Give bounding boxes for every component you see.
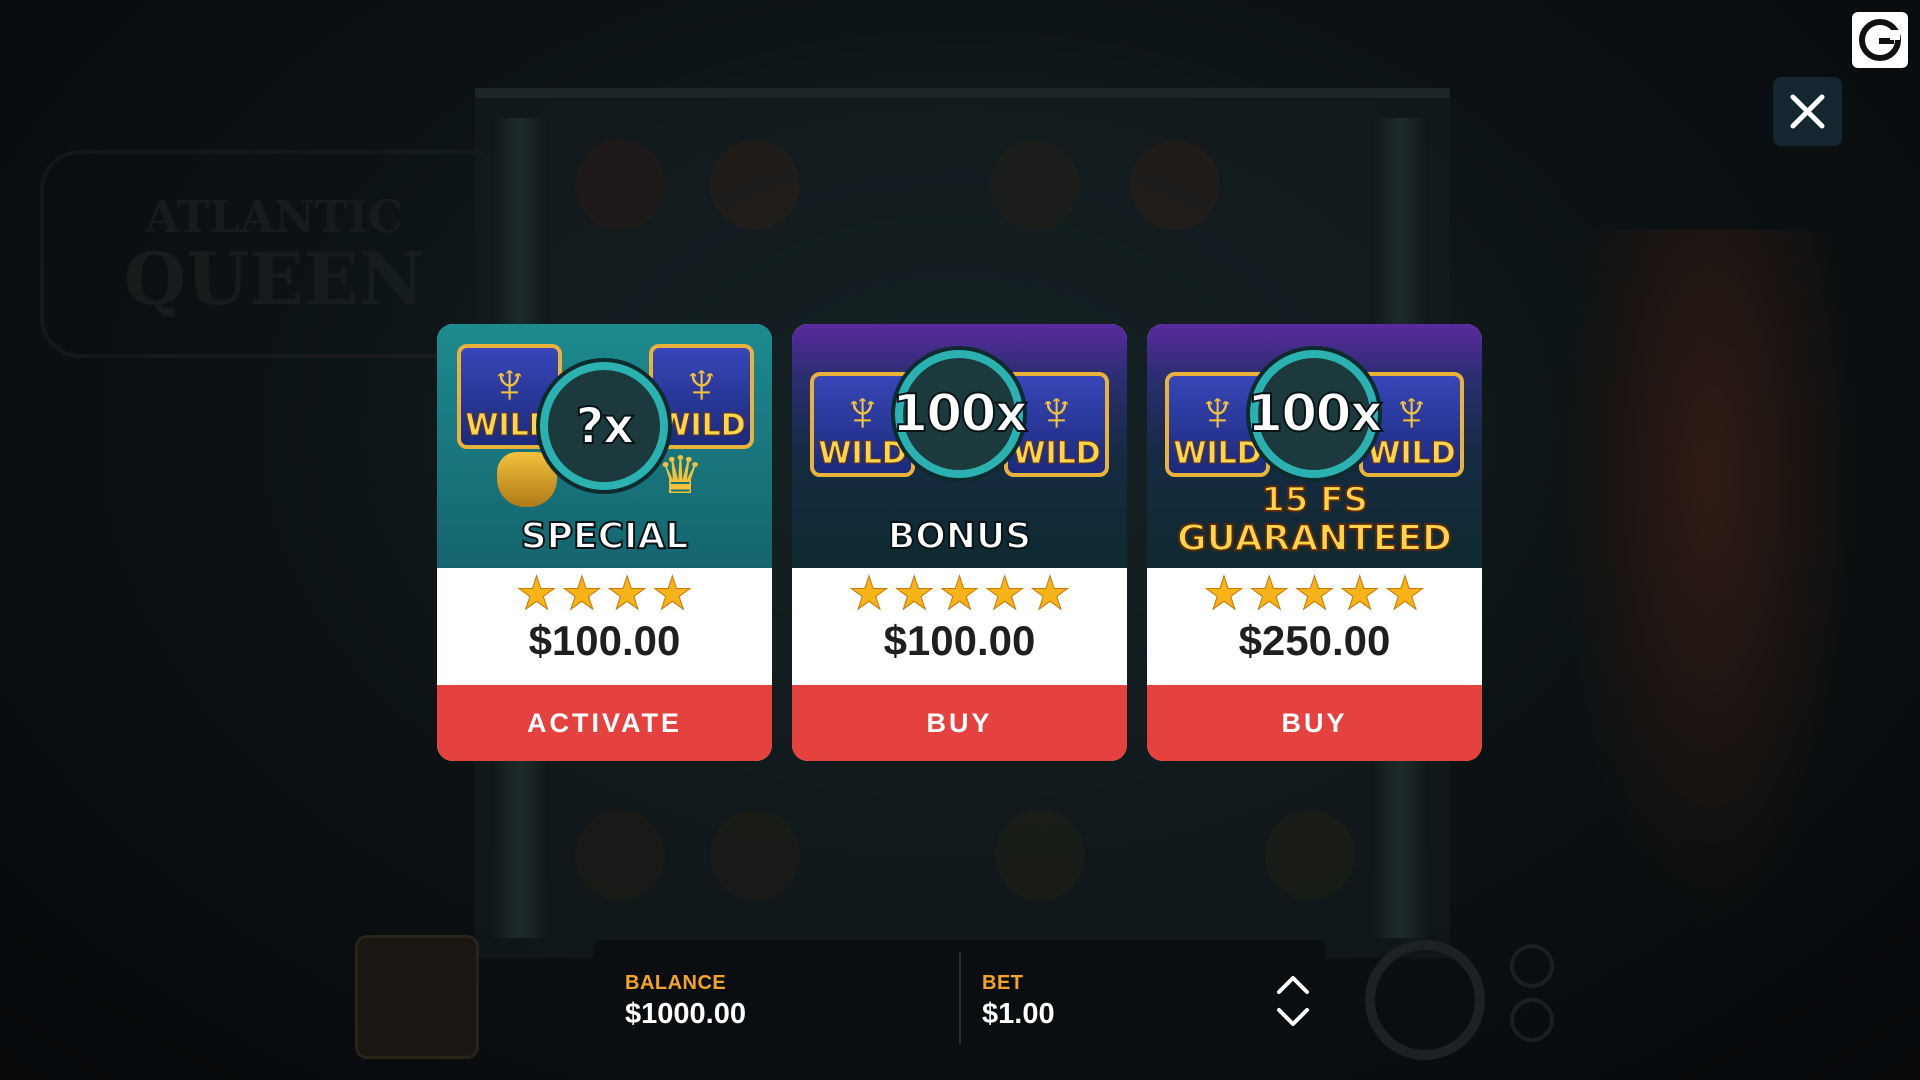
multiplier-text: ?x [574,396,635,456]
offer-card-bonus: ♆ WILD ♆ WILD 100x BONUS ★★★★★ $100.00 B… [792,324,1127,761]
offer-subtitle: 15 FS [1260,479,1369,521]
game-logo-line2: QUEEN [123,236,425,321]
balance-label: BALANCE [625,972,727,994]
rating-stars: ★★★★★ [1147,567,1482,619]
reel-symbol [1265,810,1355,900]
autoplay-icon [1510,944,1554,988]
treasure-pot-icon [497,452,557,507]
star-icon: ★ [606,567,648,619]
spin-button [1365,940,1485,1060]
offer-price: $100.00 [528,617,681,664]
reel-symbol [575,140,665,230]
feature-buy-cards: ♆ WILD ♆ WILD ♛ ?x SPECIAL ★★★★ $100.00 … [437,324,1484,761]
offer-price: $250.00 [1238,617,1391,664]
star-icon: ★ [1384,567,1426,619]
reel-symbol [995,810,1085,900]
star-icon: ★ [1203,567,1245,619]
star-icon: ★ [561,567,603,619]
bet-value: $1.00 [982,998,1055,1030]
reel-symbol [710,140,800,230]
offer-title: BONUS [887,515,1032,558]
reel-symbol [1130,140,1220,230]
star-icon: ★ [938,567,981,619]
star-icon: ★ [1339,567,1381,619]
offer-art: ♆ WILD ♆ WILD 100x BONUS [792,324,1127,568]
offer-art: ♆ WILD ♆ WILD 100x 15 FS GUARANTEED [1147,324,1482,568]
offer-card-guaranteed: ♆ WILD ♆ WILD 100x 15 FS GUARANTEED ★★★★… [1147,324,1482,761]
star-icon: ★ [1248,567,1290,619]
crown-icon: ♛ [657,447,704,505]
star-icon: ★ [515,567,558,619]
offer-card-special: ♆ WILD ♆ WILD ♛ ?x SPECIAL ★★★★ $100.00 … [437,324,772,761]
reel-symbol [710,810,800,900]
multiplier-badge: 100x [891,350,1029,478]
star-icon: ★ [893,567,935,619]
chevron-down-icon [1277,1008,1309,1026]
menu-logo-button [355,935,479,1059]
turbo-icon [1510,998,1554,1042]
reel-symbol [990,140,1080,230]
star-icon: ★ [848,567,890,619]
multiplier-text: 100x [891,383,1029,445]
activate-button[interactable]: ACTIVATE [437,685,772,761]
bottom-hud: BALANCE $1000.00 BET $1.00 [593,940,1325,1058]
multiplier-badge: 100x [1246,350,1384,478]
star-icon: ★ [1293,567,1336,619]
mermaid-character [1560,230,1860,930]
chevron-up-icon [1277,976,1309,994]
multiplier-badge: ?x [540,362,668,490]
close-icon [1790,94,1825,129]
trident-icon: ♆ [679,351,724,416]
star-icon: ★ [984,567,1026,619]
brand-g-icon[interactable] [1852,12,1908,68]
offer-title: SPECIAL [520,515,690,558]
close-button[interactable] [1773,77,1842,146]
offer-price: $100.00 [883,617,1036,664]
bet-increase-button[interactable] [1273,970,1313,1000]
hud-divider [959,952,961,1044]
offer-art: ♆ WILD ♆ WILD ♛ ?x SPECIAL [437,324,772,568]
star-icon: ★ [1029,567,1071,619]
bet-decrease-button[interactable] [1273,1002,1313,1032]
rating-stars: ★★★★ [437,567,772,619]
star-icon: ★ [651,567,693,619]
bet-label: BET [982,972,1024,994]
balance-value: $1000.00 [625,998,746,1030]
buy-guaranteed-button[interactable]: BUY [1147,685,1482,761]
rating-stars: ★★★★★ [792,567,1127,619]
buy-bonus-button[interactable]: BUY [792,685,1127,761]
offer-title: GUARANTEED [1176,517,1453,560]
multiplier-text: 100x [1246,383,1384,445]
reel-symbol [575,810,665,900]
